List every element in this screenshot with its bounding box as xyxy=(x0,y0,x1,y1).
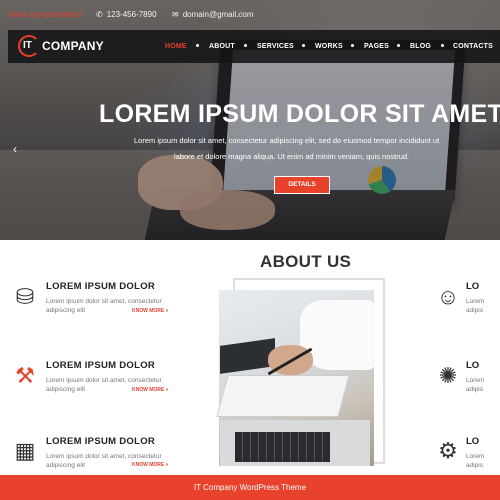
engineer-icon: ⚒ xyxy=(15,363,35,388)
logo-mark[interactable]: IT xyxy=(23,40,32,51)
nav-home[interactable]: HOME xyxy=(165,43,187,50)
topbar-phone[interactable]: ✆ 123-456-7890 xyxy=(96,10,157,19)
feature-title: LO xyxy=(466,360,480,371)
feature-text-line2: adipis xyxy=(466,386,483,393)
feature-title: LOREM IPSUM DOLOR xyxy=(46,360,156,371)
envelope-icon: ✉ xyxy=(172,10,179,19)
hero-title: LOREM IPSUM DOLOR SIT AMET xyxy=(99,100,500,128)
hero-subtitle-line2: labore et dolore magna aliqua. Ut enim a… xyxy=(174,152,410,161)
topbar-email[interactable]: ✉ domain@gmail.com xyxy=(172,10,254,19)
nav-services[interactable]: SERVICES xyxy=(257,43,294,50)
know-more-link[interactable]: KNOW MORE » xyxy=(132,308,168,314)
feature-title: LO xyxy=(466,281,480,292)
nav-separator xyxy=(302,44,305,47)
phone-number: 123-456-7890 xyxy=(106,10,157,19)
details-button[interactable]: DETAILS xyxy=(274,176,330,194)
email-address: domain@gmail.com xyxy=(182,10,254,19)
wallet-icon: ⛁ xyxy=(15,284,35,309)
footer-text: IT Company WordPress Theme xyxy=(193,483,307,492)
nav-separator xyxy=(441,44,444,47)
idea-icon: ✺ xyxy=(438,363,458,388)
know-more-link[interactable]: KNOW MORE » xyxy=(132,462,168,468)
qr-code-icon: ▦ xyxy=(14,438,36,463)
know-more-link[interactable]: KNOW MORE » xyxy=(132,387,168,393)
phone-icon: ✆ xyxy=(96,10,103,19)
nav-about[interactable]: ABOUT xyxy=(209,43,235,50)
nav-blog[interactable]: BLOG xyxy=(410,43,431,50)
about-photo-keyboard xyxy=(235,432,330,462)
support-agent-icon: ☺ xyxy=(436,284,460,309)
hero-subtitle-line1: Lorem ipsum dolor sit amet, consectetur … xyxy=(134,136,440,145)
nav-pages[interactable]: PAGES xyxy=(364,43,389,50)
about-title: ABOUT US xyxy=(260,252,352,271)
about-photo-paper xyxy=(216,375,350,417)
feature-title: LOREM IPSUM DOLOR xyxy=(46,281,156,292)
nav-separator xyxy=(397,44,400,47)
nav-separator xyxy=(196,44,199,47)
feature-text-line2: adipis xyxy=(466,462,483,469)
settings-hand-icon: ⚙ xyxy=(438,438,458,463)
topbar-questions-link[interactable]: Have any questions? xyxy=(8,10,83,19)
nav-contacts[interactable]: CONTACTS xyxy=(453,43,493,50)
logo-name[interactable]: COMPANY xyxy=(42,39,104,53)
carousel-prev-arrow[interactable]: ‹ xyxy=(13,142,17,156)
feature-title: LOREM IPSUM DOLOR xyxy=(46,436,156,447)
feature-text-line2: adipis xyxy=(466,307,483,314)
nav-works[interactable]: WORKS xyxy=(315,43,343,50)
nav-separator xyxy=(244,44,247,47)
feature-title: LO xyxy=(466,436,480,447)
nav-separator xyxy=(351,44,354,47)
